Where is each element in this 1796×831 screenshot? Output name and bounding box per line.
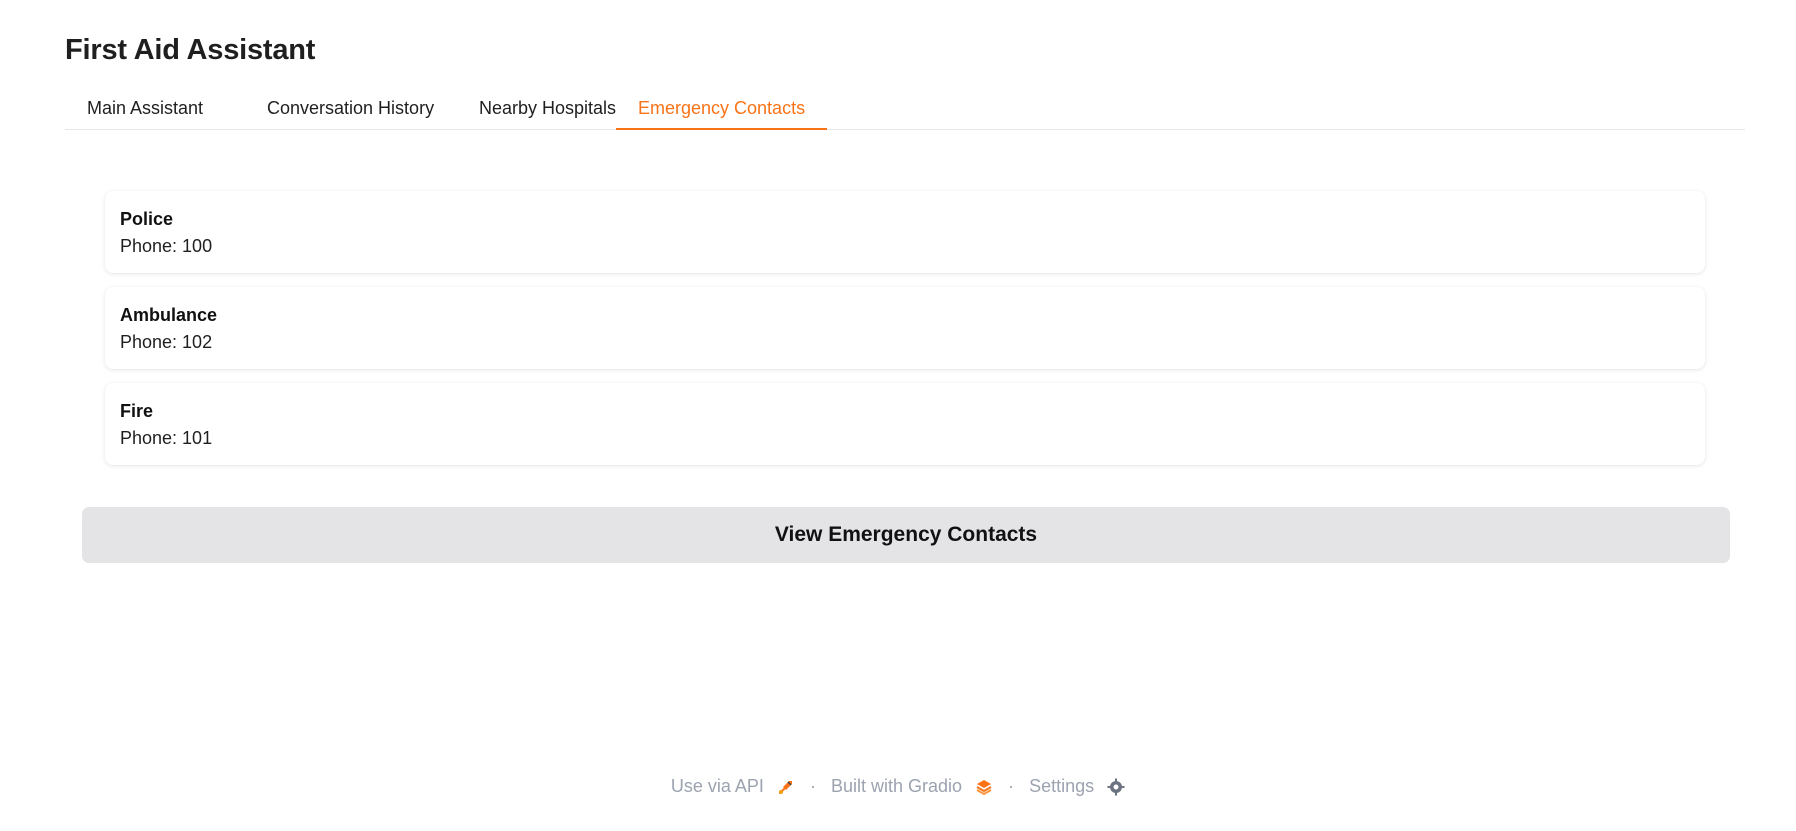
contact-card-police: Police Phone: 100 (105, 191, 1705, 273)
contacts-list: Police Phone: 100 Ambulance Phone: 102 F… (105, 191, 1705, 479)
settings-label: Settings (1029, 776, 1095, 797)
tab-main-assistant[interactable]: Main Assistant (65, 88, 225, 128)
tab-bar: Main Assistant Conversation History Near… (65, 88, 1745, 130)
built-with-gradio-link[interactable]: Built with Gradio (830, 775, 998, 797)
built-with-gradio-label: Built with Gradio (830, 776, 963, 797)
contact-phone: Phone: 102 (120, 332, 213, 352)
footer-separator: · (1008, 775, 1015, 796)
page-title: First Aid Assistant (65, 34, 316, 66)
settings-link[interactable]: Settings (1029, 775, 1125, 797)
view-emergency-contacts-button[interactable]: View Emergency Contacts (82, 507, 1730, 563)
footer-separator: · (809, 775, 816, 796)
gear-icon (1107, 778, 1125, 796)
contact-card-ambulance: Ambulance Phone: 102 (105, 287, 1705, 369)
gradio-logo-icon (976, 779, 992, 795)
contact-name: Police (120, 209, 174, 229)
contact-name: Fire (120, 401, 154, 421)
tab-emergency-contacts[interactable]: Emergency Contacts (616, 88, 828, 130)
tab-nearby-hospitals[interactable]: Nearby Hospitals (457, 88, 638, 128)
use-via-api-label: Use via API (670, 776, 764, 797)
use-via-api-link[interactable]: Use via API (670, 775, 800, 797)
tab-conversation-history[interactable]: Conversation History (245, 88, 456, 128)
contact-name: Ambulance (120, 305, 218, 325)
footer: Use via API · Built with Gradio · Settin… (0, 775, 1796, 797)
rocket-icon (778, 780, 792, 794)
contact-phone: Phone: 101 (120, 428, 213, 448)
contact-phone: Phone: 100 (120, 236, 213, 256)
contact-card-fire: Fire Phone: 101 (105, 383, 1705, 465)
